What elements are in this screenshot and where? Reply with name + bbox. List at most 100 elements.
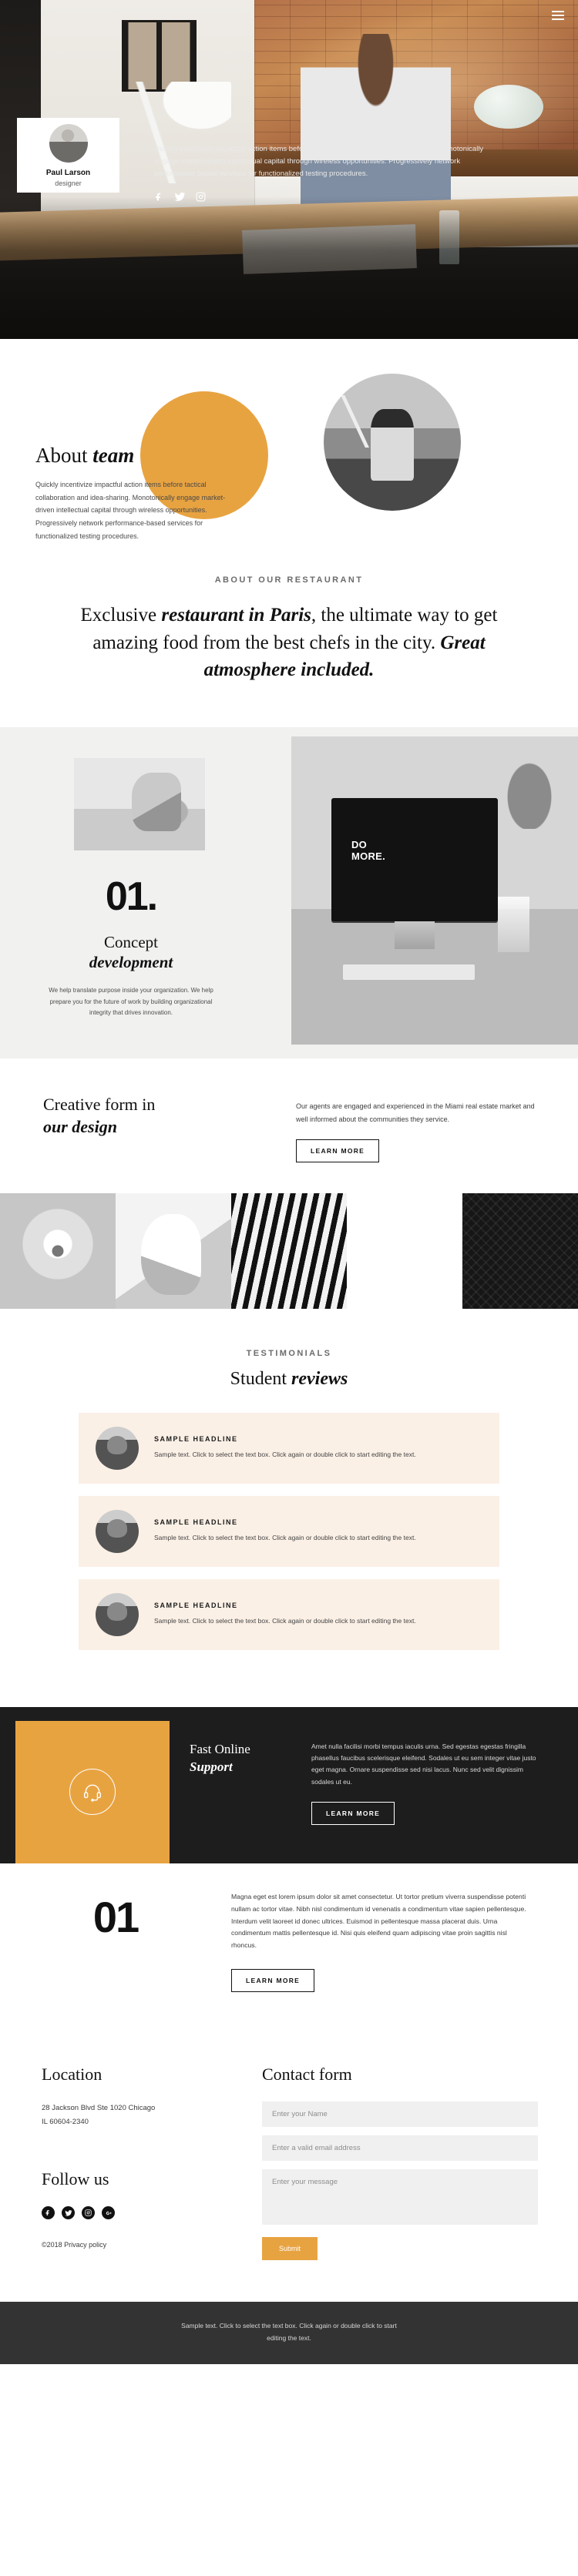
testimonial-headline: SAMPLE HEADLINE [154, 1602, 238, 1610]
about-circular-photo [324, 374, 461, 511]
instagram-icon[interactable] [196, 192, 206, 206]
about-team-title: About team [35, 444, 232, 468]
creative-title-plain: Creative form in [43, 1095, 156, 1115]
testimonial-card: SAMPLE HEADLINE Sample text. Click to se… [79, 1412, 499, 1484]
statement-plain-1: Exclusive [80, 605, 162, 626]
support-paragraph: Amet nulla facilisi morbi tempus iaculis… [311, 1742, 536, 1786]
author-name: Paul Larson [45, 168, 91, 177]
instagram-icon[interactable] [82, 2206, 95, 2220]
bottom-bar: Sample text. Click to select the text bo… [0, 2302, 578, 2364]
location-title: Location [42, 2064, 102, 2085]
submit-button[interactable]: Submit [262, 2237, 318, 2261]
about-title-emphasis: team [92, 444, 135, 467]
testimonial-card: SAMPLE HEADLINE Sample text. Click to se… [79, 1578, 499, 1650]
hero-paragraph: Quickly incentivize impactful action ite… [154, 145, 484, 179]
email-field[interactable] [262, 2135, 538, 2162]
creative-form-section: Creative form in our design Our agents ar… [0, 1058, 578, 1193]
address: 28 Jackson Blvd Ste 1020 Chicago IL 6060… [42, 2101, 262, 2129]
hero-social-links [154, 191, 486, 206]
testimonial-headline: SAMPLE HEADLINE [154, 1435, 238, 1444]
follow-us-title: Follow us [42, 2169, 109, 2189]
concept-number: 01. [105, 874, 158, 919]
twitter-icon[interactable] [174, 191, 186, 206]
headset-icon [69, 1769, 116, 1816]
imac-screen: DO MORE. [331, 797, 498, 921]
image-gallery-strip [0, 1192, 578, 1309]
numbered-block-section: 01 Magna eget est lorem ipsum dolor sit … [0, 1863, 578, 2031]
block-content: Magna eget est lorem ipsum dolor sit ame… [231, 1891, 555, 1993]
gallery-image-4 [347, 1192, 462, 1309]
support-title-emphasis: Support [190, 1759, 233, 1774]
creative-title: Creative form in our design [43, 1094, 285, 1138]
testimonial-avatar [96, 1509, 139, 1553]
testimonial-text: Sample text. Click to select the text bo… [154, 1451, 416, 1459]
hero-scrim [0, 196, 578, 339]
concept-title-emphasis: development [89, 953, 173, 972]
bottom-bar-text: Sample text. Click to select the text bo… [181, 2322, 397, 2342]
testimonial-text: Sample text. Click to select the text bo… [154, 1534, 416, 1542]
fast-online-support-section: Fast Online Support Amet nulla facilisi m… [15, 1720, 563, 1863]
testimonials-title-plain: Student [230, 1368, 292, 1389]
facebook-icon[interactable] [154, 192, 164, 206]
message-field[interactable] [262, 2169, 538, 2225]
avatar [49, 123, 88, 163]
contact-form-title: Contact form [262, 2064, 352, 2085]
testimonials-section: TESTIMONIALS Student reviews SAMPLE HEAD… [0, 1308, 578, 1707]
hero-section: Paul Larson designer Quickly incentivize… [0, 0, 578, 339]
concept-text-block: 01. Concept development We help translate… [15, 756, 247, 1019]
google-plus-icon[interactable] [102, 2206, 115, 2220]
screen-text: DO MORE. [351, 838, 386, 863]
gallery-image-1 [0, 1192, 116, 1309]
hero-copy: Quickly incentivize impactful action ite… [154, 143, 486, 206]
author-card: Paul Larson designer [17, 118, 119, 193]
creative-learn-more-button[interactable]: LEARN MORE [296, 1139, 380, 1162]
support-title: Fast Online Support [190, 1741, 305, 1776]
facebook-icon[interactable] [42, 2206, 55, 2220]
hamburger-menu-icon[interactable] [552, 11, 564, 22]
statement-eyebrow: ABOUT OUR RESTAURANT [214, 575, 364, 585]
statement-heading: Exclusive restaurant in Paris, the ultim… [73, 602, 505, 684]
support-title-plain: Fast Online [190, 1741, 250, 1756]
author-role: designer [55, 179, 82, 187]
about-team-paragraph: Quickly incentivize impactful action ite… [35, 481, 226, 540]
copyright-text: ©2018 Privacy policy [42, 2241, 107, 2249]
footer-section: Location 28 Jackson Blvd Ste 1020 Chicag… [0, 2031, 578, 2303]
concept-paragraph: We help translate purpose inside your or… [49, 987, 213, 1017]
screen-text-line2: MORE. [351, 850, 386, 862]
gallery-image-3 [231, 1192, 347, 1309]
gallery-image-5 [462, 1192, 578, 1309]
block-learn-more-button[interactable]: LEARN MORE [231, 1969, 315, 1993]
testimonial-avatar [96, 1426, 139, 1470]
creative-title-emphasis: our design [43, 1117, 117, 1137]
concept-development-section: DO MORE. 01. Concept development We help … [0, 726, 578, 1059]
about-title-plain: About [35, 444, 93, 467]
concept-title-plain: Concept [104, 932, 158, 951]
testimonials-eyebrow: TESTIMONIALS [246, 1348, 332, 1358]
concept-desk-photo: DO MORE. [291, 736, 578, 1045]
about-team-section: About team Quickly incentivize impactful… [0, 339, 578, 543]
testimonial-card: SAMPLE HEADLINE Sample text. Click to se… [79, 1495, 499, 1567]
about-team-text: About team Quickly incentivize impactful… [35, 444, 232, 542]
twitter-icon[interactable] [62, 2206, 75, 2220]
address-line-1: 28 Jackson Blvd Ste 1020 Chicago [42, 2104, 156, 2113]
testimonials-title: Student reviews [0, 1369, 578, 1390]
testimonials-title-emphasis: reviews [291, 1368, 348, 1389]
statement-emphasis-1: restaurant in Paris [161, 605, 311, 626]
testimonial-avatar [96, 1592, 139, 1636]
name-field[interactable] [262, 2101, 538, 2128]
support-learn-more-button[interactable]: LEARN MORE [311, 1801, 395, 1825]
testimonial-headline: SAMPLE HEADLINE [154, 1518, 238, 1527]
footer-social-links [42, 2206, 262, 2220]
footer-left-column: Location 28 Jackson Blvd Ste 1020 Chicag… [0, 2064, 262, 2260]
testimonial-text: Sample text. Click to select the text bo… [154, 1617, 416, 1625]
block-paragraph: Magna eget est lorem ipsum dolor sit ame… [231, 1892, 526, 1950]
creative-paragraph: Our agents are engaged and experienced i… [296, 1102, 535, 1123]
block-number: 01 [92, 1892, 139, 1941]
creative-copy-column: Our agents are engaged and experienced i… [285, 1094, 578, 1162]
screen-text-line1: DO [351, 838, 368, 850]
concept-title: Concept development [15, 932, 247, 974]
address-line-2: IL 60604-2340 [42, 2118, 89, 2127]
footer-right-column: Contact form Submit [262, 2064, 578, 2261]
landing-page: Paul Larson designer Quickly incentivize… [0, 0, 578, 2364]
restaurant-statement-section: ABOUT OUR RESTAURANT Exclusive restauran… [0, 543, 578, 727]
